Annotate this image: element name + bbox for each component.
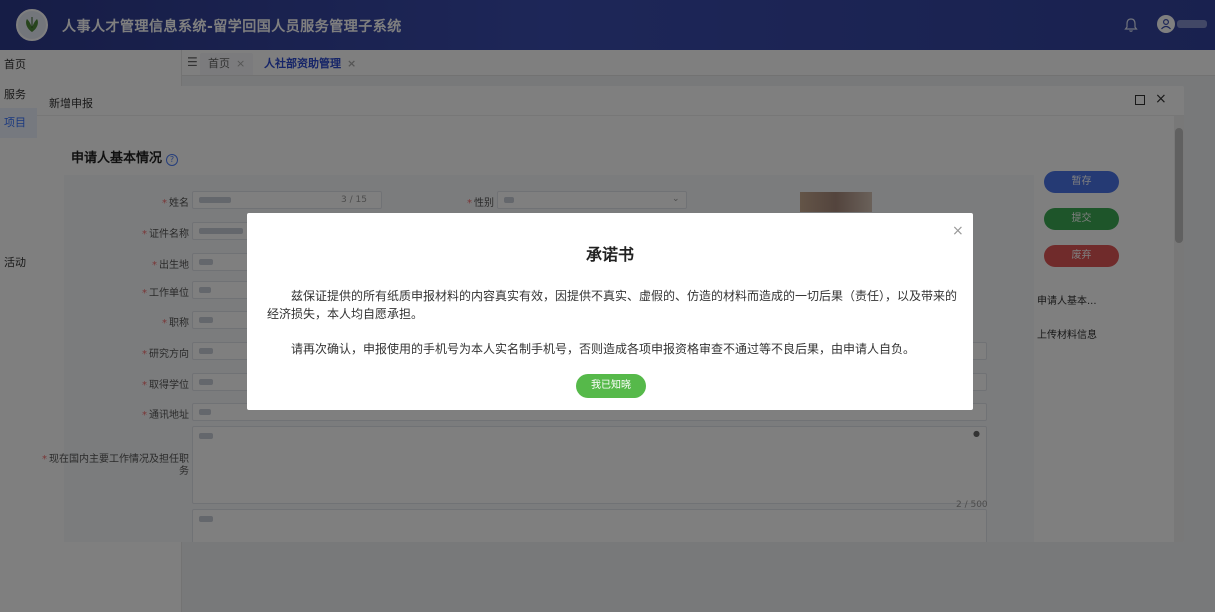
acknowledge-button[interactable]: 我已知晓 [576,374,646,398]
commitment-modal: × 承诺书 兹保证提供的所有纸质申报材料的内容真实有效，因提供不真实、虚假的、仿… [247,213,973,410]
modal-close-icon[interactable]: × [952,223,964,239]
phone-confirm-paragraph: 请再次确认，申报使用的手机号为本人实名制手机号，否则造成各项申报资格审查不通过等… [291,342,916,356]
modal-body: 兹保证提供的所有纸质申报材料的内容真实有效，因提供不真实、虚假的、仿造的材料而造… [267,287,957,358]
modal-title: 承诺书 [585,245,634,264]
commitment-paragraph: 兹保证提供的所有纸质申报材料的内容真实有效，因提供不真实、虚假的、仿造的材料而造… [267,289,958,321]
